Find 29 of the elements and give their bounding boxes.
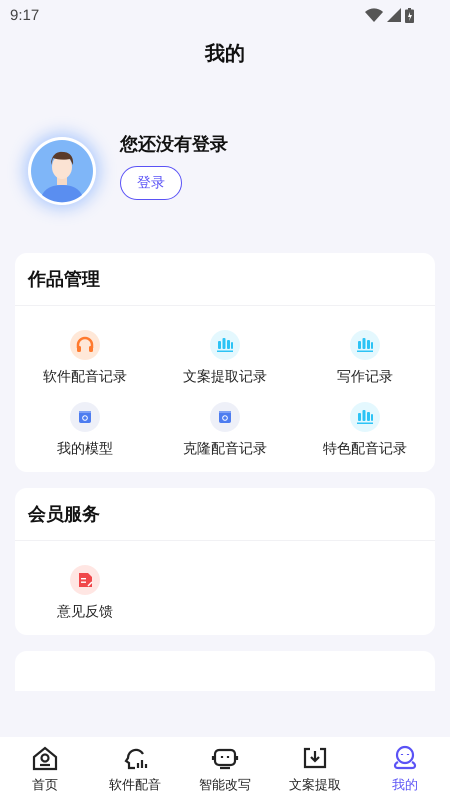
bar-chart-icon bbox=[210, 330, 240, 360]
avatar bbox=[28, 137, 96, 205]
page-title: 我的 bbox=[205, 40, 245, 67]
bar-chart-icon bbox=[350, 402, 380, 432]
menu-item-label[interactable]: 意见反馈 bbox=[57, 603, 113, 621]
menu-item-label[interactable]: 文案提取记录 bbox=[183, 368, 267, 386]
nav-tab[interactable]: 软件配音 bbox=[90, 737, 180, 800]
login-button[interactable]: 登录 bbox=[120, 166, 182, 200]
nav-tab[interactable]: 我的 bbox=[360, 737, 450, 800]
nav-tab[interactable]: 文案提取 bbox=[270, 737, 360, 800]
nav-tab[interactable]: 智能改写 bbox=[180, 737, 270, 800]
menu-item-label[interactable]: 软件配音记录 bbox=[43, 368, 127, 386]
login-status-text: 您还没有登录 bbox=[120, 133, 228, 156]
book-icon bbox=[70, 402, 100, 432]
section-title: 作品管理 bbox=[28, 268, 100, 291]
signal-icon bbox=[387, 8, 401, 22]
section-title: 会员服务 bbox=[28, 503, 100, 526]
wifi-icon bbox=[365, 8, 383, 22]
menu-item-label[interactable]: 写作记录 bbox=[337, 368, 393, 386]
menu-item-label[interactable]: 特色配音记录 bbox=[323, 440, 407, 458]
document-icon bbox=[70, 565, 100, 595]
headphones-icon bbox=[70, 330, 100, 360]
status-time: 9:17 bbox=[10, 6, 40, 24]
nav-tab[interactable]: 首页 bbox=[0, 737, 90, 800]
menu-item-label[interactable]: 克隆配音记录 bbox=[183, 440, 267, 458]
menu-item-label[interactable]: 我的模型 bbox=[57, 440, 113, 458]
battery-icon bbox=[405, 8, 414, 22]
book-icon bbox=[210, 402, 240, 432]
bar-chart-icon bbox=[350, 330, 380, 360]
